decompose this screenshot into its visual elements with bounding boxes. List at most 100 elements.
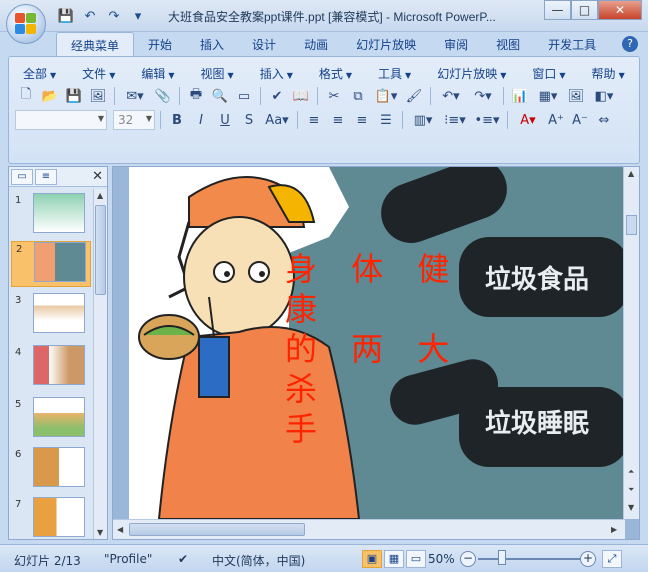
email-icon[interactable]: ✉▾ — [120, 86, 150, 106]
maximize-button[interactable]: □ — [571, 0, 598, 20]
redo-icon[interactable]: ↷ — [104, 7, 124, 25]
print-icon[interactable]: 🖶 — [185, 86, 207, 106]
slide-thumbnail[interactable]: 3 — [11, 293, 91, 339]
close-button[interactable]: ✕ — [598, 0, 642, 20]
tab-review[interactable]: 审阅 — [430, 32, 482, 56]
scrollbar-thumb[interactable] — [95, 205, 106, 295]
research-icon[interactable]: 📖 — [290, 86, 312, 106]
redo-icon[interactable]: ↷▾ — [468, 86, 498, 106]
minimize-button[interactable]: — — [544, 0, 571, 20]
columns-icon[interactable]: ▥▾ — [408, 110, 438, 130]
menu-file[interactable]: 文件 ▼ — [76, 63, 121, 84]
menu-help[interactable]: 帮助 ▼ — [586, 63, 631, 84]
scroll-down-icon[interactable]: ▼ — [97, 528, 103, 537]
italic-icon[interactable]: I — [190, 110, 212, 130]
print-preview-icon[interactable]: 🔍 — [209, 86, 231, 106]
undo-icon[interactable]: ↶ — [80, 7, 100, 25]
scroll-left-icon[interactable]: ◀ — [117, 525, 123, 534]
cut-icon[interactable]: ✂ — [323, 86, 345, 106]
slide-thumbnail[interactable]: 6 — [11, 447, 91, 493]
scroll-up-icon[interactable]: ▲ — [97, 191, 103, 200]
font-size-combo[interactable]: 32 ▼ — [113, 110, 155, 130]
close-icon[interactable]: ✕ — [92, 169, 103, 184]
paste-icon[interactable]: 📋▾ — [371, 86, 401, 106]
align-center-icon[interactable]: ≡ — [327, 110, 349, 130]
save-icon[interactable]: 💾 — [63, 86, 85, 106]
outline-tab-icon[interactable]: ≡ — [35, 168, 57, 185]
slideshow-view-button[interactable]: ▭ — [406, 550, 426, 568]
format-painter-icon[interactable]: 🖌 — [403, 86, 425, 106]
font-name-combo[interactable]: ▼ — [15, 110, 107, 130]
tab-insert[interactable]: 插入 — [186, 32, 238, 56]
insert-chart-icon[interactable]: 📊 — [509, 86, 531, 106]
shadow-icon[interactable]: S — [238, 110, 260, 130]
normal-view-button[interactable]: ▣ — [362, 550, 382, 568]
tab-classic-menu[interactable]: 经典菜单 — [56, 32, 135, 56]
shrink-font-icon[interactable]: A⁻ — [569, 110, 591, 130]
spelling-icon[interactable]: ▭ — [233, 86, 255, 106]
change-case-icon[interactable]: Aa▾ — [262, 110, 292, 130]
slide-thumbnail-selected[interactable]: 2 — [11, 241, 91, 287]
underline-icon[interactable]: U — [214, 110, 236, 130]
bold-icon[interactable]: B — [166, 110, 188, 130]
office-button[interactable] — [6, 4, 46, 44]
slide-thumbnail[interactable]: 4 — [11, 345, 91, 391]
align-right-icon[interactable]: ≡ — [351, 110, 373, 130]
zoom-slider[interactable] — [478, 558, 580, 560]
menu-format[interactable]: 格式 ▼ — [313, 63, 358, 84]
scroll-down-icon[interactable]: ▼ — [628, 503, 634, 512]
slide-thumbnail[interactable]: 1 — [11, 193, 91, 239]
copy-icon[interactable]: ⧉ — [347, 86, 369, 106]
scrollbar-thumb[interactable] — [129, 523, 305, 536]
numbering-icon[interactable]: ⁝≡▾ — [440, 110, 470, 130]
slide-sorter-button[interactable]: ▦ — [384, 550, 404, 568]
color-grayscale-icon[interactable]: ◧▾ — [589, 86, 619, 106]
menu-all[interactable]: 全部 ▼ — [17, 63, 62, 84]
editor-horizontal-scrollbar[interactable]: ◀ ▶ — [113, 519, 625, 539]
editor-vertical-scrollbar[interactable]: ▲ ⏶ ⏷ ▼ — [623, 167, 639, 519]
menu-edit[interactable]: 编辑 ▼ — [135, 63, 180, 84]
spell-check-icon[interactable]: ✔ — [266, 86, 288, 106]
tab-view[interactable]: 视图 — [482, 32, 534, 56]
tab-animations[interactable]: 动画 — [290, 32, 342, 56]
slides-tab-icon[interactable]: ▭ — [11, 168, 33, 185]
justify-icon[interactable]: ☰ — [375, 110, 397, 130]
grow-font-icon[interactable]: A⁺ — [545, 110, 567, 130]
attachment-icon[interactable]: 📎 — [152, 86, 174, 106]
undo-icon[interactable]: ↶▾ — [436, 86, 466, 106]
customize-icon[interactable]: ▾ — [128, 7, 148, 25]
help-icon[interactable]: ? — [622, 36, 638, 52]
permission-icon[interactable]: 🖼 — [87, 86, 109, 106]
new-document-icon[interactable]: 🗋 — [15, 86, 37, 106]
scroll-right-icon[interactable]: ▶ — [611, 525, 617, 534]
previous-slide-icon[interactable]: ⏶ — [628, 467, 634, 477]
zoom-slider-thumb[interactable] — [498, 550, 506, 565]
open-folder-icon[interactable]: 📂 — [39, 86, 61, 106]
menu-view[interactable]: 视图 ▼ — [195, 63, 240, 84]
text-direction-icon[interactable]: ⇔ — [593, 110, 615, 130]
zoom-in-button[interactable]: + — [580, 551, 596, 567]
slide-thumbnail[interactable]: 5 — [11, 397, 91, 443]
insert-picture-icon[interactable]: 🖼 — [565, 86, 587, 106]
save-icon[interactable]: 💾 — [56, 7, 76, 25]
menu-slideshow[interactable]: 幻灯片放映 ▼ — [431, 63, 512, 84]
menu-insert[interactable]: 插入 ▼ — [254, 63, 299, 84]
tab-slideshow[interactable]: 幻灯片放映 — [342, 32, 430, 56]
slide-thumbnail[interactable]: 7 — [11, 497, 91, 543]
menu-window[interactable]: 窗口 ▼ — [526, 63, 571, 84]
align-left-icon[interactable]: ≡ — [303, 110, 325, 130]
menu-tools[interactable]: 工具 ▼ — [372, 63, 417, 84]
bullets-icon[interactable]: •≡▾ — [472, 110, 502, 130]
slides-pane-scrollbar[interactable]: ▲ ▼ — [93, 189, 107, 539]
zoom-out-button[interactable]: − — [460, 551, 476, 567]
slide-title[interactable]: 身 体 健 康 的 两 大 杀 手 — [285, 249, 475, 449]
tab-design[interactable]: 设计 — [238, 32, 290, 56]
insert-table-icon[interactable]: ▦▾ — [533, 86, 563, 106]
tab-developer[interactable]: 开发工具 — [534, 32, 610, 56]
scroll-up-icon[interactable]: ▲ — [628, 169, 634, 178]
zoom-level[interactable]: 50% — [428, 552, 455, 566]
fit-to-window-button[interactable]: ⤢ — [602, 550, 622, 568]
scrollbar-thumb[interactable] — [626, 215, 637, 235]
spell-check-status-icon[interactable]: ✔ — [178, 552, 188, 566]
next-slide-icon[interactable]: ⏷ — [628, 485, 634, 495]
